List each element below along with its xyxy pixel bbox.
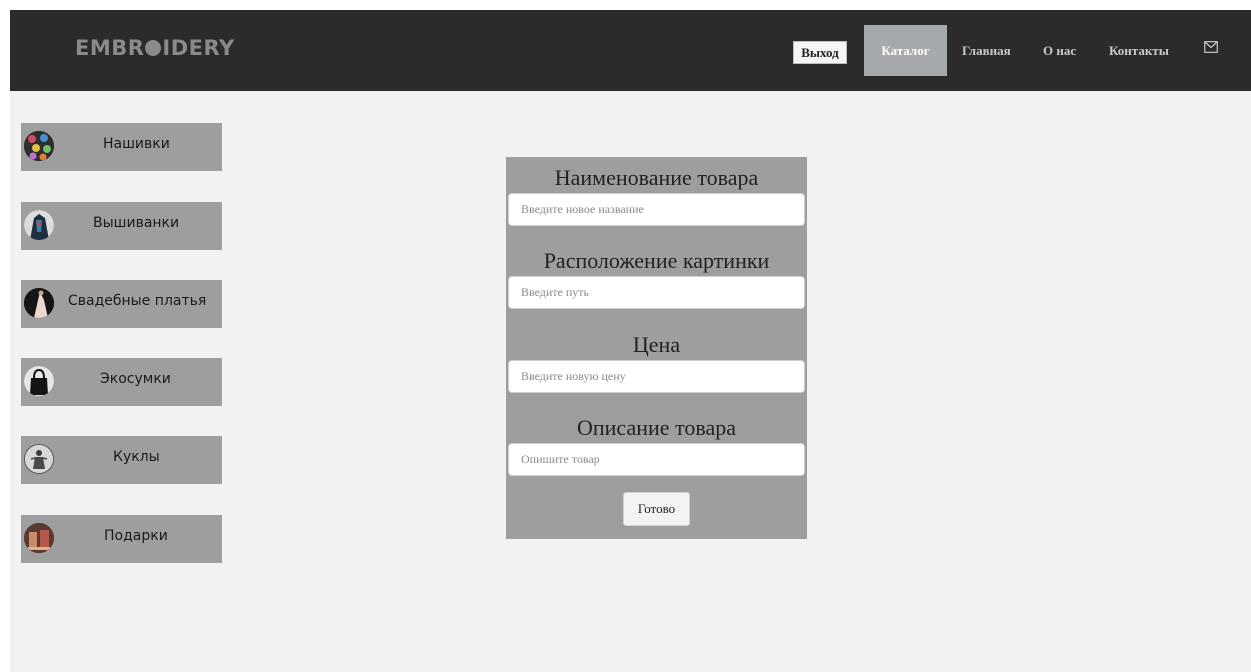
sidebar-item-label: Экосумки — [100, 371, 171, 387]
logout-button[interactable]: Выход — [793, 41, 847, 64]
envelope-icon[interactable] — [1204, 41, 1218, 53]
price-input[interactable] — [508, 360, 805, 393]
doll-thumbnail — [24, 444, 54, 474]
description-title: Описание товара — [577, 415, 736, 440]
sidebar-item-label: Нашивки — [103, 136, 170, 152]
top-navbar: EMBR IDERY Выход Каталог Главная О нас Ко… — [10, 10, 1251, 91]
image-path-title: Расположение картинки — [543, 248, 770, 273]
product-name-input[interactable] — [508, 193, 805, 226]
sidebar-item-label: Вышиванки — [93, 215, 180, 231]
image-path-input[interactable] — [508, 276, 805, 309]
price-title: Цена — [632, 332, 681, 357]
sidebar-item-eco-bags[interactable]: Экосумки — [21, 358, 222, 406]
product-name-title: Наименование товара — [554, 165, 759, 190]
sidebar-item-gifts[interactable]: Подарки — [21, 515, 222, 563]
patches-thumbnail — [24, 131, 54, 161]
logo-text-right: IDERY — [162, 36, 235, 60]
sidebar-item-dolls[interactable]: Куклы — [21, 436, 222, 484]
page: EMBR IDERY Выход Каталог Главная О нас Ко… — [10, 10, 1251, 672]
submit-button[interactable]: Готово — [623, 492, 690, 526]
sidebar-item-label: Свадебные платья — [68, 293, 207, 309]
nav-about[interactable]: О нас — [1043, 43, 1076, 59]
edit-product-form: Наименование товара Расположение картинк… — [506, 157, 807, 539]
logo-o-dot-icon — [145, 40, 162, 56]
sidebar-item-wedding-dresses[interactable]: Свадебные платья — [21, 280, 222, 328]
sidebar-item-label: Подарки — [104, 528, 168, 544]
sidebar-item-label: Куклы — [113, 449, 160, 465]
sidebar-item-patches[interactable]: Нашивки — [21, 123, 222, 171]
description-input[interactable] — [508, 443, 805, 476]
gift-thumbnail — [24, 523, 54, 553]
sidebar-item-embroidered-shirts[interactable]: Вышиванки — [21, 202, 222, 250]
nav-home[interactable]: Главная — [962, 43, 1011, 59]
site-logo[interactable]: EMBR IDERY — [75, 36, 235, 60]
wedding-dress-thumbnail — [24, 288, 54, 318]
embroidered-shirt-thumbnail — [24, 210, 54, 240]
nav-catalog[interactable]: Каталог — [864, 25, 947, 76]
logo-text-left: EMBR — [75, 36, 145, 60]
eco-bag-thumbnail — [24, 366, 54, 396]
nav-contacts[interactable]: Контакты — [1109, 43, 1169, 59]
